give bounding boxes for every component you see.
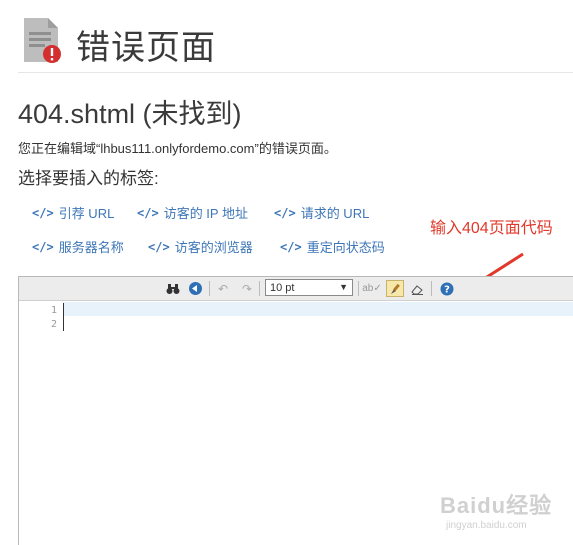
line-number: 2 (50, 319, 57, 330)
page-header: 错误页面 (18, 10, 573, 73)
spellcheck-icon[interactable]: ab✓ (362, 280, 382, 297)
tag-label: 引荐 URL (58, 206, 115, 221)
tag-requested-url[interactable]: </> 请求的 URL (274, 203, 369, 222)
tag-label: 访客的 IP 地址 (163, 206, 248, 221)
highlight-brush-icon[interactable] (386, 280, 404, 297)
undo-icon[interactable]: ↶ (215, 280, 231, 297)
baidu-watermark: Baidu经验 jingyan.baidu.com (440, 488, 552, 531)
code-icon: </> (32, 239, 54, 254)
line-number: 1 (50, 305, 57, 316)
tag-label: 服务器名称 (58, 240, 124, 255)
tag-visitor-ip[interactable]: </> 访客的 IP 地址 (137, 203, 248, 222)
tag-visitor-browser[interactable]: </> 访客的浏览器 (148, 237, 253, 256)
error-pages-screen: 错误页面 404.shtml (未找到) 您正在编辑域“lhbus111.onl… (0, 0, 573, 545)
watermark-sub: jingyan.baidu.com (446, 520, 527, 531)
eraser-icon[interactable] (409, 280, 425, 297)
insert-tag-label: 选择要插入的标签: (18, 169, 159, 188)
code-icon: </> (137, 205, 159, 220)
find-icon[interactable] (165, 280, 181, 297)
page-title: 错误页面 (76, 29, 216, 67)
tag-referrer-url[interactable]: </> 引荐 URL (32, 203, 114, 222)
redo-icon[interactable]: ↷ (239, 280, 255, 297)
tag-label: 请求的 URL (300, 206, 370, 221)
code-icon: </> (32, 205, 54, 220)
error-page-subtitle: 404.shtml (未找到) (18, 99, 242, 129)
font-size-value: 10 pt (270, 281, 295, 294)
annotation-text: 输入404页面代码 (430, 220, 553, 237)
code-icon: </> (274, 205, 296, 220)
domain-description: 您正在编辑域“lhbus111.onlyfordemo.com”的错误页面。 (18, 141, 337, 156)
line-number-gutter: 1 2 (19, 301, 61, 545)
editor-toolbar: ↶ ↷ 10 pt ▼ ab✓ ? (19, 277, 573, 301)
tag-server-name[interactable]: </> 服务器名称 (32, 237, 124, 256)
code-icon: </> (148, 239, 170, 254)
error-document-icon (24, 18, 61, 63)
tag-label: 重定向状态码 (306, 240, 385, 255)
font-size-select[interactable]: 10 pt ▼ (265, 279, 353, 296)
help-icon[interactable]: ? (439, 280, 455, 297)
svg-text:?: ? (444, 284, 450, 295)
code-icon: </> (280, 239, 302, 254)
tag-label: 访客的浏览器 (174, 240, 253, 255)
tag-redirect-status[interactable]: </> 重定向状态码 (280, 237, 385, 256)
chevron-down-icon: ▼ (339, 282, 348, 292)
watermark-main: Baidu经验 (440, 493, 553, 518)
goto-line-icon[interactable] (187, 280, 203, 297)
